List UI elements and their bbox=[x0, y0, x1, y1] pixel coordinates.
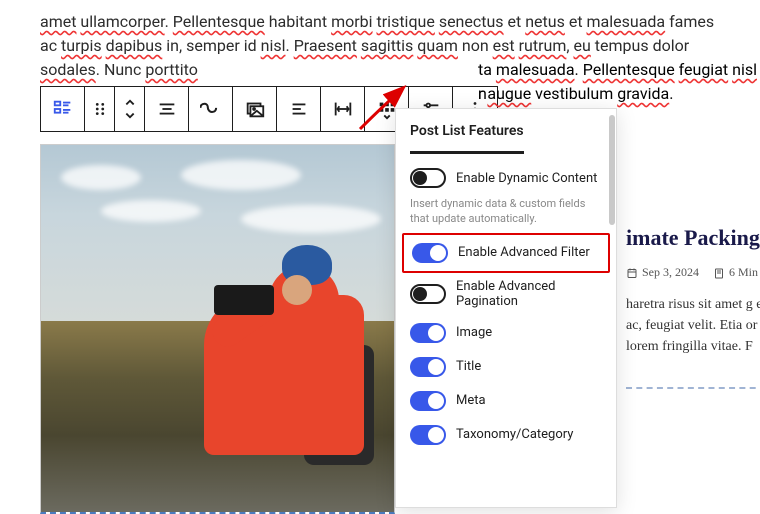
image-icon[interactable] bbox=[233, 87, 277, 131]
feature-row-5: Meta bbox=[410, 391, 602, 411]
width-icon[interactable] bbox=[321, 87, 365, 131]
feature-toggle[interactable] bbox=[410, 168, 446, 188]
feature-toggle[interactable] bbox=[410, 391, 446, 411]
feature-label: Enable Advanced Pagination bbox=[456, 279, 602, 309]
panel-scrollbar[interactable] bbox=[609, 115, 615, 225]
post-card-meta: Sep 3, 2024 6 Min R bbox=[626, 265, 760, 280]
feature-label: Image bbox=[456, 325, 492, 340]
lazy-load-icon[interactable] bbox=[189, 87, 233, 131]
calendar-icon bbox=[626, 267, 638, 279]
feature-toggle[interactable] bbox=[410, 284, 446, 304]
feature-label: Title bbox=[456, 359, 481, 374]
feature-row-4: Title bbox=[410, 357, 602, 377]
move-up-down-icon[interactable] bbox=[115, 87, 145, 131]
panel-title: Post List Features bbox=[410, 123, 524, 154]
feature-row-6: Taxonomy/Category bbox=[410, 425, 602, 445]
drag-handle-icon[interactable] bbox=[85, 87, 115, 131]
feature-label: Meta bbox=[456, 393, 486, 408]
feature-toggle[interactable] bbox=[412, 243, 448, 263]
post-card: imate Packing Sep 3, 2024 6 Min R haretr… bbox=[626, 225, 760, 389]
feature-toggle[interactable] bbox=[410, 425, 446, 445]
text-align-icon[interactable] bbox=[277, 87, 321, 131]
post-list-features-panel: Post List Features Enable Dynamic Conten… bbox=[395, 108, 617, 508]
feature-description: Insert dynamic data & custom fields that… bbox=[410, 196, 602, 227]
post-card-excerpt: haretra risus sit amet g e ac, feugiat v… bbox=[626, 294, 760, 389]
block-type-post-list-icon[interactable] bbox=[41, 87, 85, 131]
align-icon[interactable] bbox=[145, 87, 189, 131]
feature-row-1: Enable Advanced Filter bbox=[402, 233, 610, 273]
feature-toggle[interactable] bbox=[410, 357, 446, 377]
paragraph-tail-2: r augue vestibulum gravida. bbox=[478, 82, 673, 106]
post-card-title[interactable]: imate Packing bbox=[626, 225, 760, 251]
feature-label: Enable Advanced Filter bbox=[458, 245, 590, 260]
feature-row-2: Enable Advanced Pagination bbox=[410, 279, 602, 309]
feature-row-3: Image bbox=[410, 323, 602, 343]
post-featured-image[interactable] bbox=[40, 144, 395, 514]
feature-label: Enable Dynamic Content bbox=[456, 171, 597, 186]
feature-toggle[interactable] bbox=[410, 323, 446, 343]
read-time-icon bbox=[713, 267, 725, 279]
feature-label: Taxonomy/Category bbox=[456, 427, 573, 442]
feature-row-0: Enable Dynamic Content bbox=[410, 168, 602, 188]
